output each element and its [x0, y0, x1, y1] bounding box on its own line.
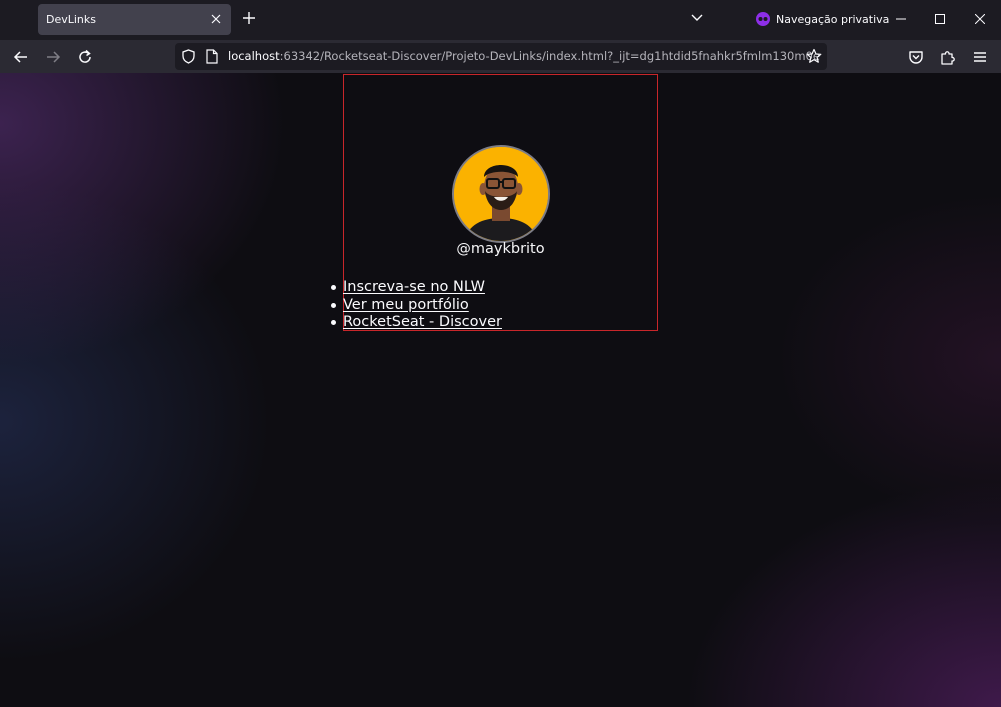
maximize-button[interactable]	[925, 8, 955, 30]
tab-title: DevLinks	[46, 13, 97, 26]
extensions-button[interactable]	[938, 47, 958, 67]
arrow-right-icon	[47, 51, 61, 63]
minimize-icon	[896, 18, 906, 20]
list-item: Ver meu portfólio	[331, 297, 502, 315]
private-label: Navegação privativa	[776, 12, 890, 26]
link-rocketseat-discover[interactable]: RocketSeat - Discover	[343, 314, 502, 330]
url-host: localhost	[228, 49, 280, 63]
back-button[interactable]	[11, 47, 31, 67]
url-path: :63342/Rocketseat-Discover/Projeto-DevLi…	[279, 49, 820, 63]
username: @maykbrito	[456, 241, 545, 257]
link-portfolio[interactable]: Ver meu portfólio	[343, 297, 469, 313]
list-item: Inscreva-se no NLW	[331, 279, 502, 297]
forward-button[interactable]	[43, 47, 63, 67]
avatar-photo	[454, 147, 548, 241]
url-bar[interactable]: localhost:63342/Rocketseat-Discover/Proj…	[175, 43, 827, 70]
star-icon[interactable]	[806, 48, 822, 64]
pocket-button[interactable]	[906, 47, 926, 67]
shield-icon[interactable]	[181, 49, 196, 64]
reload-button[interactable]	[75, 47, 95, 67]
navigation-bar: localhost:63342/Rocketseat-Discover/Proj…	[0, 40, 1001, 73]
avatar	[452, 145, 550, 243]
new-tab-icon[interactable]	[242, 11, 256, 25]
page-viewport: @maykbrito Inscreva-se no NLW Ver meu po…	[0, 73, 1001, 707]
minimize-button[interactable]	[886, 8, 916, 30]
menu-button[interactable]	[970, 47, 990, 67]
private-mask-icon	[756, 12, 770, 26]
page-icon[interactable]	[206, 49, 218, 64]
reload-icon	[79, 49, 91, 63]
close-icon[interactable]	[210, 13, 222, 25]
tab-devlinks[interactable]: DevLinks	[38, 4, 231, 35]
list-item: RocketSeat - Discover	[331, 314, 502, 332]
arrow-left-icon	[13, 51, 27, 63]
tab-bar: DevLinks Navegação privativa	[0, 0, 1001, 40]
close-window-icon	[975, 14, 985, 24]
hamburger-menu-icon	[974, 52, 986, 62]
url-text[interactable]: localhost:63342/Rocketseat-Discover/Proj…	[228, 49, 820, 63]
close-window-button[interactable]	[965, 8, 995, 30]
private-browsing-indicator: Navegação privativa	[756, 11, 889, 27]
maximize-icon	[935, 14, 945, 24]
puzzle-icon	[941, 51, 955, 65]
pocket-icon	[909, 51, 923, 64]
link-nlw[interactable]: Inscreva-se no NLW	[343, 279, 485, 295]
links-list: Inscreva-se no NLW Ver meu portfólio Roc…	[331, 279, 502, 332]
chevron-down-icon[interactable]	[690, 12, 704, 24]
